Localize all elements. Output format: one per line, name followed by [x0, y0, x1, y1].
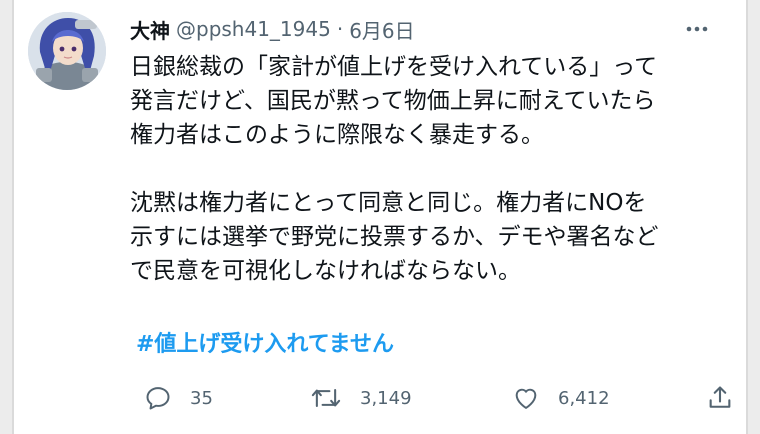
avatar-image: [28, 12, 106, 90]
tweet-card[interactable]: 大神 @ppsh41_1945 · 6月6日 日銀総裁の「家計が値上げを受け入れ…: [12, 0, 748, 434]
like-count: 6,412: [558, 387, 610, 409]
reply-button[interactable]: 35: [144, 380, 213, 416]
user-handle[interactable]: @ppsh41_1945: [176, 17, 331, 41]
hashtag-link[interactable]: #値上げ受け入れてません: [136, 326, 394, 358]
avatar[interactable]: [28, 12, 106, 90]
share-icon: [709, 386, 731, 408]
tweet-actions: 35 3,149 6,412: [130, 380, 734, 416]
heart-icon: [515, 388, 537, 409]
more-button[interactable]: [682, 14, 712, 44]
like-button[interactable]: 6,412: [512, 380, 610, 416]
display-name[interactable]: 大神: [130, 15, 170, 44]
more-horizontal-icon: [686, 26, 708, 32]
tweet-text: 日銀総裁の「家計が値上げを受け入れている」って 発言だけど、国民が黙って物価上昇…: [130, 54, 659, 284]
reply-count: 35: [190, 387, 213, 409]
retweet-button[interactable]: 3,149: [310, 380, 412, 416]
retweet-icon: [311, 388, 341, 408]
tweet-header: 大神 @ppsh41_1945 · 6月6日: [130, 14, 716, 44]
reply-icon: [146, 387, 170, 410]
tweet-date[interactable]: 6月6日: [349, 15, 414, 44]
share-button[interactable]: [706, 380, 734, 416]
retweet-count: 3,149: [360, 387, 412, 409]
separator: ·: [336, 17, 344, 41]
